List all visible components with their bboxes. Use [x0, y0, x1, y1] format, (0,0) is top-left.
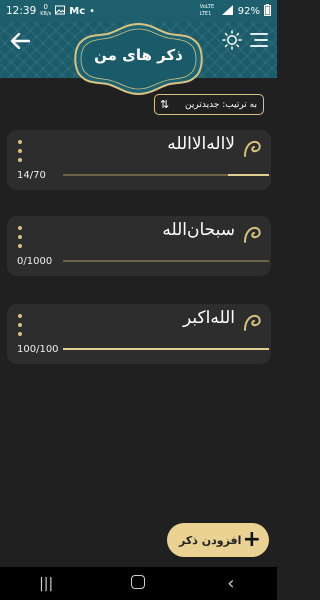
title-plaque: ذکر های من	[72, 22, 205, 96]
zikr-card[interactable]: الله‌اکبر 100/100	[7, 304, 271, 364]
zikr-text: سبحان‌الله	[162, 220, 235, 240]
more-options-icon[interactable]	[15, 226, 25, 248]
theme-toggle-button[interactable]	[219, 28, 245, 52]
carrier-badge: Mc	[69, 5, 86, 17]
more-options-icon[interactable]	[15, 314, 25, 336]
menu-button[interactable]	[245, 28, 273, 52]
signal-icon	[221, 4, 234, 18]
zikr-progress-track	[63, 174, 269, 176]
zikr-count: 0/1000	[17, 256, 53, 267]
back-button[interactable]	[8, 30, 32, 52]
plus-icon: +	[242, 527, 261, 552]
zikr-progress-fill	[63, 348, 269, 350]
data-speed-unit: KB/s	[40, 11, 52, 17]
battery-percent: 92%	[237, 5, 260, 17]
sort-arrows-icon: ⇅	[160, 98, 170, 111]
status-left: 12:39 0 KB/s Mc •	[6, 4, 95, 18]
zikr-count: 100/100	[17, 344, 59, 355]
system-nav-bar: ||| ‹	[0, 567, 277, 600]
add-zikr-button[interactable]: افزودن ذکر +	[167, 523, 269, 557]
status-right: VoLTE LTE1 92%	[199, 3, 271, 19]
hamburger-icon	[250, 33, 268, 47]
sort-label: به ترتیب: جدیدترین	[185, 99, 257, 110]
system-back-button[interactable]: ‹	[211, 573, 251, 594]
sun-icon	[222, 30, 242, 50]
network-label: VoLTE LTE1	[199, 4, 215, 17]
zikr-text: الله‌اکبر	[183, 308, 235, 328]
zikr-count: 14/70	[17, 170, 46, 181]
more-options-icon[interactable]	[15, 140, 25, 162]
zikr-ornament-icon	[244, 140, 261, 157]
page-title: ذکر های من	[94, 46, 183, 64]
arrow-left-icon	[10, 33, 30, 49]
sort-button[interactable]: ⇅ به ترتیب: جدیدترین	[154, 94, 264, 115]
battery-icon	[264, 3, 271, 19]
status-extra: •	[89, 5, 96, 17]
zikr-text: لااله‌الاالله	[167, 134, 235, 154]
zikr-progress-track	[63, 348, 269, 350]
home-icon	[131, 574, 146, 589]
data-speed-value: 0	[43, 3, 48, 11]
status-bar: 12:39 0 KB/s Mc • VoLTE LTE1 92%	[0, 0, 277, 22]
zikr-ornament-icon	[244, 314, 261, 331]
zikr-ornament-icon	[244, 226, 261, 243]
zikr-card[interactable]: لااله‌الاالله 14/70	[7, 130, 271, 190]
home-button[interactable]	[118, 574, 158, 593]
zikr-progress-fill	[227, 174, 269, 176]
recents-button[interactable]: |||	[26, 576, 66, 592]
zikr-progress-track	[63, 260, 269, 262]
data-speed: 0 KB/s	[40, 4, 51, 18]
image-notification-icon	[55, 5, 66, 18]
zikr-card[interactable]: سبحان‌الله 0/1000	[7, 216, 271, 276]
add-zikr-label: افزودن ذکر	[179, 533, 242, 547]
status-time: 12:39	[6, 5, 37, 17]
